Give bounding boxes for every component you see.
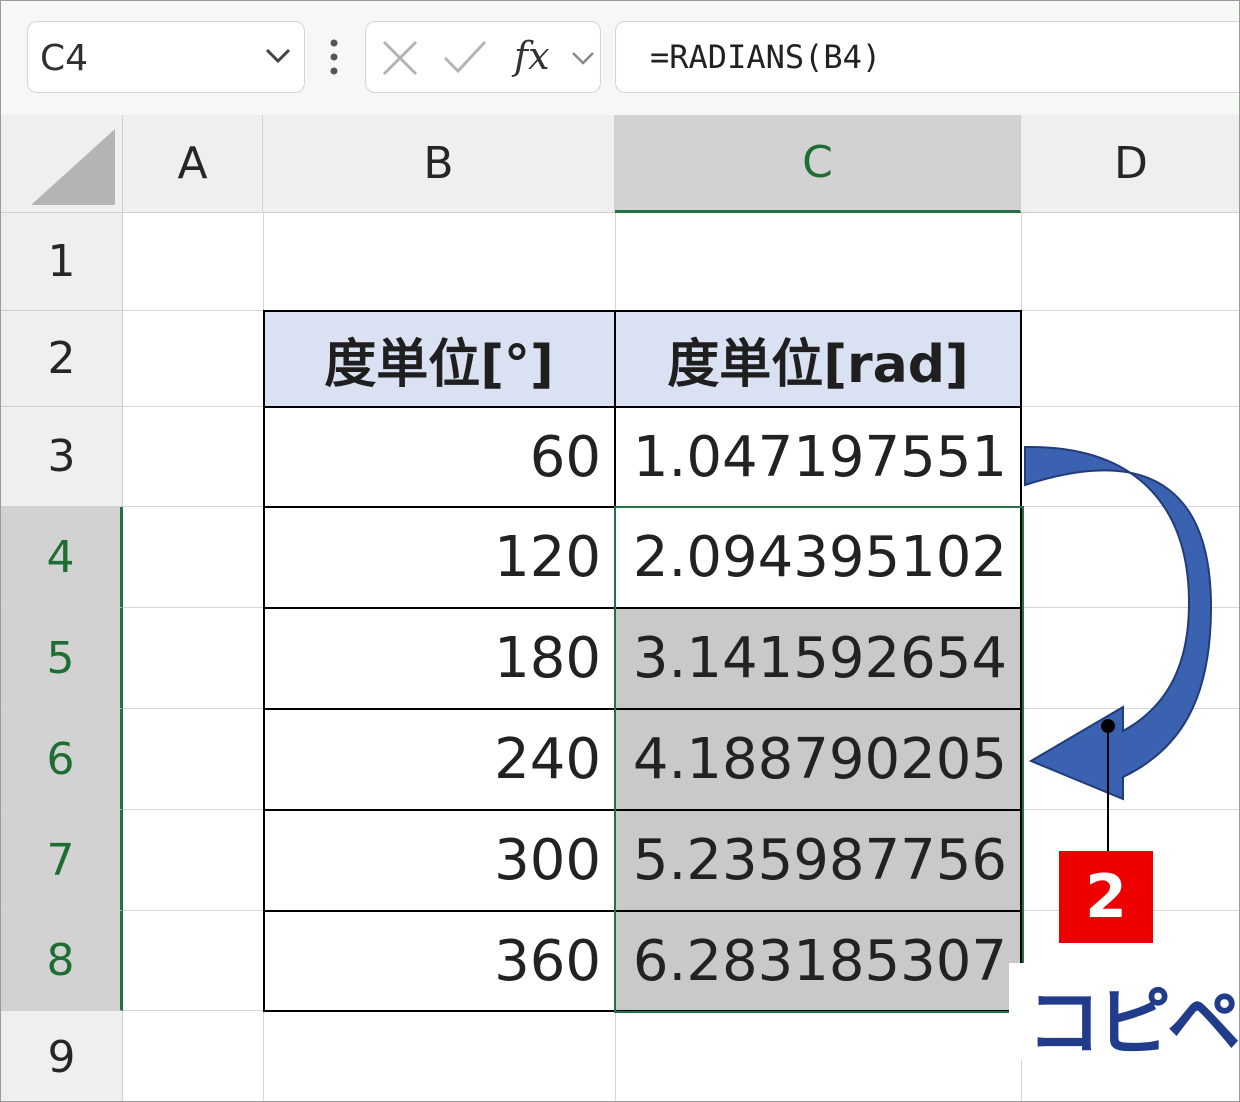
name-box[interactable]: C4 [27, 21, 305, 93]
name-box-value: C4 [40, 38, 89, 79]
row-header-3[interactable]: 3 [1, 407, 123, 507]
insert-function-icon[interactable]: fx [514, 34, 550, 78]
step-badge: 2 [1059, 851, 1153, 943]
table-border [263, 310, 1022, 312]
column-header-b[interactable]: B [263, 115, 615, 213]
row-header-2[interactable]: 2 [1, 311, 123, 407]
cell-b2[interactable]: 度単位[°] [263, 311, 615, 407]
enter-check-icon[interactable] [442, 38, 488, 78]
copy-paste-label-box: コピペ [1009, 963, 1239, 1066]
row-header-5[interactable]: 5 [1, 608, 123, 709]
copy-paste-label: コピペ [1027, 980, 1239, 1066]
table-border [263, 406, 1022, 408]
cell-c3[interactable]: 1.047197551 [615, 407, 1021, 507]
formula-bar-area: C4 fx =RADIANS(B4) [1, 1, 1239, 116]
formula-buttons: fx [365, 21, 601, 93]
cell-b3[interactable]: 60 [263, 407, 615, 507]
row-header-6[interactable]: 6 [1, 709, 123, 810]
row-header-1[interactable]: 1 [1, 213, 123, 311]
row-header-7[interactable]: 7 [1, 810, 123, 911]
cell-b5[interactable]: 180 [263, 608, 615, 709]
selection-range [614, 506, 1024, 1013]
cell-b6[interactable]: 240 [263, 709, 615, 810]
cancel-icon[interactable] [380, 38, 420, 78]
spreadsheet-window: C4 fx =RADIANS(B4) A B C D 1 2 3 4 5 6 7… [0, 0, 1240, 1102]
curved-arrow-icon [1024, 445, 1213, 801]
callout-leader-icon [1101, 719, 1115, 855]
more-options-icon[interactable] [327, 37, 341, 77]
cell-b7[interactable]: 300 [263, 810, 615, 911]
column-header-a[interactable]: A [123, 115, 263, 213]
chevron-down-icon[interactable] [570, 50, 596, 68]
select-all-triangle-icon [31, 129, 115, 205]
column-header-d[interactable]: D [1021, 115, 1239, 213]
cell-b4[interactable]: 120 [263, 507, 615, 608]
select-all-corner[interactable] [1, 115, 123, 213]
formula-text: =RADIANS(B4) [650, 38, 882, 76]
row-header-4[interactable]: 4 [1, 507, 123, 608]
chevron-down-icon[interactable] [264, 46, 292, 66]
formula-input[interactable]: =RADIANS(B4) [615, 21, 1239, 93]
table-border [263, 310, 265, 1012]
cell-b8[interactable]: 360 [263, 911, 615, 1011]
row-header-9[interactable]: 9 [1, 1011, 123, 1101]
column-header-c[interactable]: C [615, 115, 1021, 213]
cell-c2[interactable]: 度単位[rad] [615, 311, 1021, 407]
row-header-8[interactable]: 8 [1, 911, 123, 1011]
